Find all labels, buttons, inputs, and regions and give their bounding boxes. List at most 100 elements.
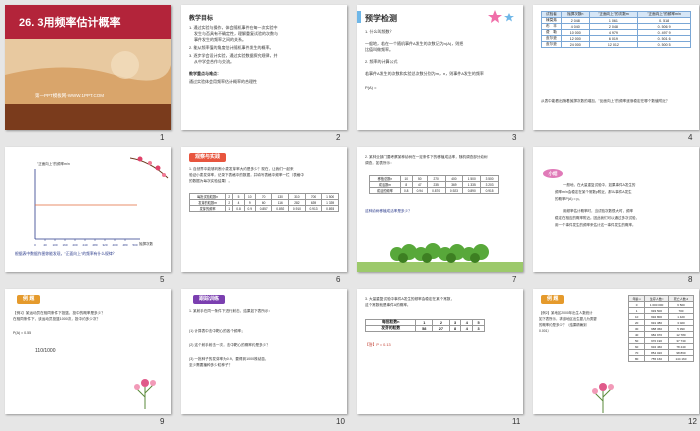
life-table: 年龄 x 生存人数 l 死亡人数 d 01 000 000 6 500 1 993 …: [627, 295, 695, 362]
x-tick-label: 160: [62, 243, 67, 247]
slide-thumbnail-2[interactable]: 教学目标 1. 通过实验与操作，体会随机事件在每一次实验中 发生与否具有不确定性…: [181, 5, 347, 130]
text-line: 发生与否具有不确定性，理解重复试验的次数与: [194, 31, 278, 36]
table-cell: 0.8: [232, 205, 245, 212]
x-tick-label: 0: [34, 243, 36, 247]
slide-thumbnail-11[interactable]: 3. 大量重复试验中事件A发生的频率会稳定在某个常数， 这个常数就是事件A的概率…: [357, 289, 523, 414]
x-tick-label: 320: [102, 243, 107, 247]
table-cell: 0. 500 5: [637, 41, 691, 48]
x-tick-label: 500: [132, 243, 137, 247]
table-cell: 0.923: [444, 187, 464, 194]
section-ribbon: 例 题: [17, 295, 41, 304]
text-line: 3. 逐步学会设计实验，通过实验数据探究规律，并: [189, 53, 278, 58]
text-line: 3. 大量重复试验中事件A发生的频率会稳定在某个常数，: [365, 297, 455, 301]
text-line: 调查，如表所示：: [365, 161, 394, 165]
text-line: 0.001）: [539, 329, 551, 333]
slide-number: 4: [688, 133, 693, 142]
text-line: 若事件A发生的次数和实验总次数分别为m，n，则事件A发生的频率: [365, 71, 484, 76]
slide-thumbnail-1[interactable]: 26. 3用频率估计概率 第一PPT模板网-WWW.1PPT.COM: [5, 5, 171, 130]
slide-number: 3: [512, 133, 517, 142]
table-cell: 3: [472, 325, 485, 332]
coin-toss-table: 试验者 抛掷次数n "正面向上"的次数m "正面向上"的频率m/n 棣莫弗 2 0…: [541, 11, 691, 48]
slide-number: 7: [512, 275, 517, 284]
table-cell: 0.8: [399, 187, 413, 194]
text-line: 一般地，若在一个随机事件A发生的次数记为n(A)，则把: [365, 41, 464, 46]
x-tick-label: 40: [43, 243, 47, 247]
text-line: 验证小麦发芽率，记录下表格中的数据，并填写表格中频率一栏（表格中: [189, 173, 304, 177]
answer-text: 【答】P = 0.13: [365, 343, 391, 347]
chart-y-label: "正面向上"的频率m/n: [37, 162, 70, 166]
table-cell: 0.910: [288, 205, 306, 212]
x-tick-label: 240: [82, 243, 87, 247]
section-ribbon: 跟踪训练: [193, 295, 226, 304]
table-cell: 发芽的粒数: [364, 325, 417, 332]
slide-thumbnail-3[interactable]: 预学检测 1. 什么叫频数？ 一般地，若在一个随机事件A发生的次数记为n(A)，…: [357, 5, 523, 130]
table-row: 80 755 160 144 160: [627, 355, 695, 362]
slide-thumbnail-7[interactable]: 2. 某林业部门要考察某种幼树在一定条件下的移植成活率，随机调查部分幼树 调查，…: [357, 147, 523, 272]
text-line: 2. 能从频率值的角度估计随机事件发生的概率。: [189, 45, 274, 50]
slide-heading: 预学检测: [365, 14, 397, 23]
text-line: 频率m/n会稳定在某个常数p附近，那么事件A发生: [555, 190, 632, 194]
table-cell: 0.857: [254, 205, 273, 212]
transplant-table: 移植总数n 10 50 270 400 1 500 3 500 成活数m 8 47 235 369 1…: [369, 175, 499, 194]
slide-number: 12: [688, 417, 697, 426]
text-line: 稳定在相应的概率附近。因此我们可以通过多次试验，: [555, 216, 639, 220]
text-line: 的概率P(A) = p。: [555, 197, 582, 201]
table-cell: 0.892: [271, 205, 290, 212]
table-cell: 24 000: [560, 41, 590, 48]
slide-thumbnail-9[interactable]: 例 题 【例1】某运动员在相同条件下投篮，投中的概率是多少？ 在相同条件下，该运…: [5, 289, 171, 414]
text-line: 【例1】某运动员在相同条件下投篮，投中的概率是多少？: [13, 311, 105, 315]
slide-thumbnail-10[interactable]: 跟踪训练 1. 某射手在同一条件下进行射击，结果如下表所示： (1) 计算表中击…: [181, 289, 347, 414]
table-cell: 1: [225, 205, 234, 212]
text-line: (2) 这个射手射击一次，击中靶心的概率约是多少？: [189, 343, 270, 347]
text-line: (3) 一批种子的发芽率为0.9，要得到1000株幼苗，: [189, 357, 269, 361]
table-cell: 12 012: [588, 41, 639, 48]
slide-number: 8: [688, 275, 693, 284]
star-icon: [488, 10, 514, 23]
slide-thumbnail-12[interactable]: 例 题 【例2】某地区2000年出生人数统计 如下表所示，求该地区出生婴儿为男婴…: [533, 289, 699, 414]
slide-title: 26. 3用频率估计概率: [19, 17, 121, 29]
text-line: 用频率估计概率时，当试验次数很大时，频率: [563, 209, 633, 213]
summary-badge: 小结: [543, 169, 563, 178]
table-cell: 27: [432, 325, 450, 332]
blossom-branch-icon: [130, 156, 169, 179]
heading-bar: [357, 11, 361, 23]
text-line: P(A) ≈ 0.55: [13, 331, 32, 335]
text-line: 一般地，在大量重复试验中，如果事件A发生的: [563, 183, 636, 187]
text-line: 如下表所示，求该地区出生婴儿为男婴: [539, 317, 597, 321]
slide-number: 5: [160, 275, 165, 284]
text-line: 用一个事件发生的频率来估计这一事件发生的概率。: [555, 223, 636, 227]
slide-footer: 第一PPT模板网-WWW.1PPT.COM: [35, 93, 104, 98]
slide-heading: 教学目标: [189, 16, 214, 22]
seed-table: 每批粒数n 1 2 3 4 5 发芽的粒数 58 27 8 4 3: [364, 319, 485, 332]
slide-number: 2: [336, 133, 341, 142]
germination-table: 每批试验粒数n 2 5 10 70 130 310 700 1 500 发芽的粒数m 2 4 9 60 1…: [188, 193, 339, 212]
text-line: 至少需要播种多少粒种子？: [189, 363, 233, 367]
table-cell: 0.890: [462, 187, 482, 194]
text-line: 2. 某林业部门要考察某种幼树在一定条件下的移植成活率，随机调查部分幼树: [365, 155, 488, 159]
table-row: 发芽的粒数 58 27 8 4 3: [364, 325, 485, 332]
text-line: 的数据为每次实验结果）。: [189, 179, 233, 183]
table-cell: 0.9: [243, 205, 256, 212]
table-cell: 皮尔逊: [541, 41, 562, 48]
chart-caption: 根据表中数据作图你能发现，"正面向上"的频率有什么规律？: [15, 252, 117, 256]
text-line: 比值叫做频率。: [365, 47, 393, 52]
slide-thumbnail-6[interactable]: 观察与实践 1. 自然界中能够判断小麦发芽率大约是多少？现在，让我们一起来 验证…: [181, 147, 347, 272]
x-tick-label: 280: [92, 243, 97, 247]
table-cell: 80: [627, 355, 646, 362]
table-cell: 755 160: [644, 355, 669, 362]
table-cell: 0.94: [411, 187, 428, 194]
slide-thumbnail-5[interactable]: 0 40 100 160 200 240 280 320 400 480 500 "正面向上"的频率…: [5, 147, 171, 272]
slide-number: 6: [336, 275, 341, 284]
table-row: 成活的频率 0.8 0.94 0.870 0.923 0.890 0.915: [369, 187, 499, 194]
fraction-value: 110/1000: [35, 348, 56, 354]
key-heading: 教学重点与难点：: [189, 71, 221, 76]
slide-thumbnail-8[interactable]: 小结 一般地，在大量重复试验中，如果事件A发生的 频率m/n会稳定在某个常数p附…: [533, 147, 699, 272]
x-tick-label: 400: [112, 243, 117, 247]
x-tick-label: 200: [72, 243, 77, 247]
text-line: 2. 频率的计算公式: [365, 59, 398, 64]
table-cell: 成活的频率: [369, 187, 401, 194]
slide-thumbnail-4[interactable]: 试验者 抛掷次数n "正面向上"的次数m "正面向上"的频率m/n 棣莫弗 2 0…: [533, 5, 699, 130]
table-cell: 0.913: [304, 205, 323, 212]
slide-number: 11: [512, 417, 521, 426]
text-line: (1) 计算表中击中靶心的各个频率；: [189, 329, 245, 333]
